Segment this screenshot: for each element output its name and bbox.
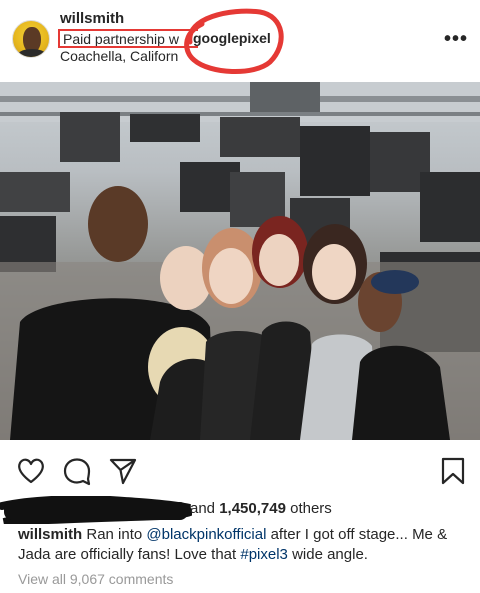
heart-icon[interactable] (16, 456, 46, 486)
post-actions (0, 446, 480, 496)
caption-hashtag-link[interactable]: #pixel3 (240, 546, 288, 563)
view-all-comments-link[interactable]: View all 9,067 comments (18, 571, 173, 587)
post-location[interactable]: Coachella, Californ (60, 48, 180, 64)
likes-suffix: others (285, 500, 332, 517)
likes-prefix: and (190, 500, 220, 517)
comment-icon[interactable] (62, 456, 92, 486)
likes-count-text[interactable]: and 1,450,749 others (190, 500, 332, 517)
user-avatar[interactable] (12, 20, 50, 58)
likes-row: and 1,450,749 others (0, 496, 480, 524)
bookmark-icon[interactable] (438, 456, 468, 486)
post-caption: willsmith Ran into @blackpinkofficial af… (18, 525, 468, 565)
caption-mention-link[interactable]: @blackpinkofficial (146, 526, 266, 543)
post-username[interactable]: willsmith (60, 10, 124, 27)
avatar-shirt (17, 49, 47, 57)
likes-count: 1,450,749 (219, 500, 286, 517)
red-annotation-circle (184, 8, 284, 74)
share-icon[interactable] (108, 456, 138, 486)
post-header: willsmith Paid partnership w googlepixel… (0, 0, 480, 82)
more-options-icon[interactable]: ••• (444, 28, 468, 51)
concert-backstage-photo (0, 82, 480, 440)
caption-text-1: Ran into (82, 526, 147, 543)
redaction-scribble (0, 496, 192, 524)
post-photo[interactable] (0, 82, 480, 440)
caption-username[interactable]: willsmith (18, 526, 82, 543)
caption-text-3: wide angle. (287, 546, 368, 563)
